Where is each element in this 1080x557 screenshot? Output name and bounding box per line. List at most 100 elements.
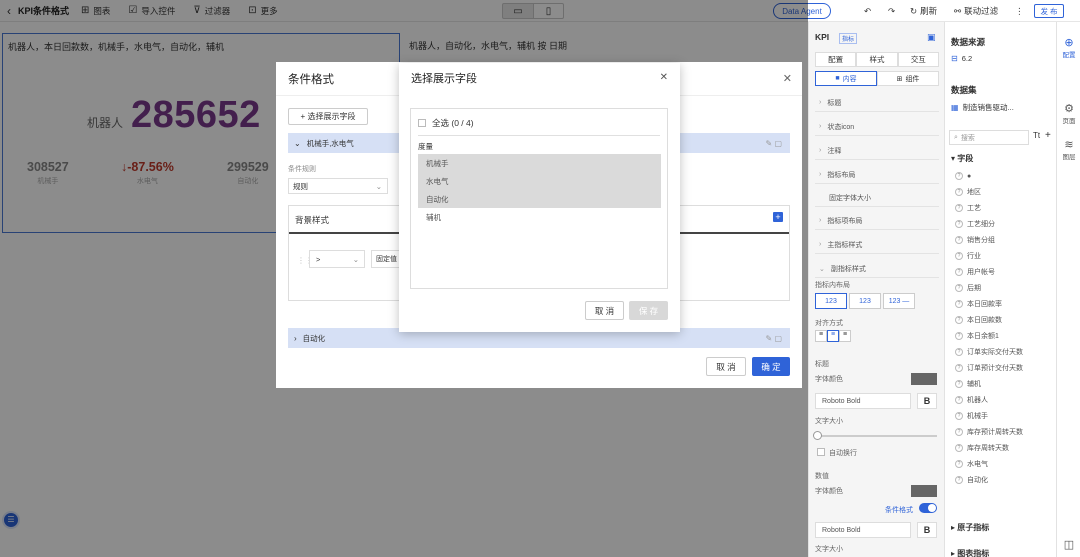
condition-format-toggle[interactable] bbox=[919, 503, 937, 513]
field-type-icon: ? bbox=[955, 268, 963, 276]
condition-format-label[interactable]: 条件格式 bbox=[885, 505, 913, 515]
refresh-button[interactable]: ↻ 刷新 bbox=[910, 0, 937, 22]
field-item[interactable]: ? 机器人 bbox=[955, 392, 1055, 408]
add-rule-icon[interactable]: + bbox=[773, 212, 783, 222]
section-sub-style[interactable]: ⌄ 副指标样式 bbox=[815, 260, 939, 278]
align-left-icon[interactable]: ≡ bbox=[815, 330, 827, 342]
subtab-component[interactable]: ⊞ 组件 bbox=[877, 71, 939, 86]
field-type-icon: ? bbox=[955, 284, 963, 292]
field-item[interactable]: ? 后期 bbox=[955, 280, 1055, 296]
field-item[interactable]: ? ● bbox=[955, 168, 1055, 184]
rail-layer[interactable]: ≋ 图层 bbox=[1057, 138, 1080, 161]
field-options: 机械手 水电气 自动化 辅机 bbox=[418, 154, 661, 226]
layout-label: 指标内布局 bbox=[815, 282, 850, 289]
operator-select[interactable]: > ⌄ bbox=[309, 250, 365, 268]
bold-button[interactable]: B bbox=[917, 522, 937, 538]
field-item[interactable]: ? 工艺 bbox=[955, 200, 1055, 216]
close-icon[interactable]: ✕ bbox=[660, 72, 668, 83]
section-layout[interactable]: › 指标布局 bbox=[815, 166, 939, 184]
layout-option[interactable]: 123 bbox=[849, 293, 881, 309]
redo-icon[interactable]: ↷ bbox=[888, 0, 895, 22]
field-list: ? ● ? 地区 ? 工艺 ? 工艺细分 ? 销售分组 ? 行业 ? 用户帐号 ? 后期 ? 本日… bbox=[955, 168, 1055, 488]
bold-button[interactable]: B bbox=[917, 393, 937, 409]
content-icon: ■ bbox=[835, 75, 840, 82]
select-all-checkbox[interactable]: 全选 (0 / 4) bbox=[418, 117, 474, 129]
rail-config[interactable]: ⊕ 配置 bbox=[1057, 36, 1080, 59]
fields-title[interactable]: ▾ 字段 bbox=[951, 153, 973, 164]
field-item[interactable]: ? 水电气 bbox=[955, 456, 1055, 472]
section-main-style[interactable]: › 主指标样式 bbox=[815, 236, 939, 254]
auto-wrap-label: 自动换行 bbox=[829, 450, 857, 457]
field-option[interactable]: 水电气 bbox=[418, 172, 661, 190]
checkbox[interactable] bbox=[418, 119, 426, 127]
auto-wrap-checkbox[interactable] bbox=[817, 448, 825, 456]
text-size-slider-handle[interactable] bbox=[813, 431, 822, 440]
field-item[interactable]: ? 辅机 bbox=[955, 376, 1055, 392]
confirm-button[interactable]: 确 定 bbox=[752, 357, 790, 376]
field-item[interactable]: ? 自动化 bbox=[955, 472, 1055, 488]
field-item[interactable]: ? 订单实际交付天数 bbox=[955, 344, 1055, 360]
field-item[interactable]: ? 库存预计周转天数 bbox=[955, 424, 1055, 440]
publish-button[interactable]: 发 布 bbox=[1034, 4, 1064, 18]
chevron-down-icon: ⌄ bbox=[375, 181, 382, 191]
section-status-icon[interactable]: › 状态icon bbox=[815, 118, 939, 136]
link-icon: ⚯ bbox=[954, 5, 962, 16]
cancel-button[interactable]: 取 消 bbox=[585, 301, 624, 320]
chart-metric-title[interactable]: ▸ 图表指标 bbox=[951, 548, 989, 557]
rule-select[interactable]: 规则 ⌄ bbox=[288, 178, 388, 194]
collapse-icon[interactable]: ▣ bbox=[927, 32, 936, 43]
rail-page[interactable]: ⚙ 页面 bbox=[1057, 102, 1080, 125]
save-button[interactable]: 保 存 bbox=[629, 301, 668, 320]
tab-config[interactable]: 配置 bbox=[815, 52, 857, 67]
atomic-metric-title[interactable]: ▸ 原子指标 bbox=[951, 522, 989, 533]
component-icon: ⊞ bbox=[896, 75, 903, 83]
text-field-icon[interactable]: Tt bbox=[1033, 131, 1040, 140]
font-color-swatch[interactable] bbox=[911, 373, 937, 385]
field-option[interactable]: 自动化 bbox=[418, 190, 661, 208]
field-item[interactable]: ? 库存周转天数 bbox=[955, 440, 1055, 456]
field-item[interactable]: ? 销售分组 bbox=[955, 232, 1055, 248]
chevron-right-icon: › bbox=[294, 333, 297, 343]
dialog-title: 选择展示字段 bbox=[411, 73, 477, 85]
font-color-swatch[interactable] bbox=[911, 485, 937, 497]
more-menu-icon[interactable]: ⋮ bbox=[1015, 0, 1024, 22]
subtab-content[interactable]: ■ 内容 bbox=[815, 71, 877, 86]
field-item[interactable]: ? 本日余额1 bbox=[955, 328, 1055, 344]
field-item[interactable]: ? 用户帐号 bbox=[955, 264, 1055, 280]
add-field-button[interactable]: + 选择展示字段 bbox=[288, 108, 368, 125]
linked-filter-button[interactable]: ⚯ 联动过滤 bbox=[954, 0, 998, 22]
align-buttons: ≡ ≡ ≡ bbox=[815, 330, 851, 342]
field-item[interactable]: ? 订单预计交付天数 bbox=[955, 360, 1055, 376]
undo-icon[interactable]: ↶ bbox=[864, 0, 871, 22]
section-item-layout[interactable]: › 指标项布局 bbox=[815, 212, 939, 230]
panel-toggle-icon[interactable]: ◫ bbox=[1057, 538, 1080, 551]
section-note[interactable]: › 注释 bbox=[815, 142, 939, 160]
dataset-value[interactable]: ▦ 制造销售驱动... bbox=[951, 102, 1014, 113]
field-item[interactable]: ? 机械手 bbox=[955, 408, 1055, 424]
field-item[interactable]: ? 行业 bbox=[955, 248, 1055, 264]
close-icon[interactable]: ✕ bbox=[783, 72, 792, 85]
field-option[interactable]: 机械手 bbox=[418, 154, 661, 172]
field-item[interactable]: ? 工艺细分 bbox=[955, 216, 1055, 232]
cancel-button[interactable]: 取 消 bbox=[706, 357, 746, 376]
align-center-icon[interactable]: ≡ bbox=[827, 330, 839, 342]
field-option[interactable]: 辅机 bbox=[418, 208, 661, 226]
field-search-input[interactable]: ⌕ 搜索 bbox=[949, 130, 1029, 145]
tab-interaction[interactable]: 交互 bbox=[897, 52, 939, 67]
font-select[interactable]: Roboto Bold bbox=[815, 393, 911, 409]
text-size-label: 文字大小 bbox=[815, 418, 843, 425]
edit-delete-icons[interactable]: ✎ ▢ bbox=[766, 139, 782, 148]
layout-option[interactable]: 123 bbox=[815, 293, 847, 309]
align-right-icon[interactable]: ≡ bbox=[839, 330, 851, 342]
layout-option[interactable]: 123 — bbox=[883, 293, 915, 309]
data-source-value[interactable]: ⊟ 6.2 bbox=[951, 54, 972, 63]
field-item[interactable]: ? 本日回款率 bbox=[955, 296, 1055, 312]
font-select[interactable]: Roboto Bold bbox=[815, 522, 911, 538]
section-title[interactable]: › 标题 bbox=[815, 94, 939, 112]
add-icon[interactable]: + bbox=[1045, 130, 1051, 141]
tab-style[interactable]: 样式 bbox=[856, 52, 898, 67]
field-item[interactable]: ? 本日回款数 bbox=[955, 312, 1055, 328]
edit-delete-icons[interactable]: ✎ ▢ bbox=[766, 334, 782, 343]
field-item[interactable]: ? 地区 bbox=[955, 184, 1055, 200]
section-fixed-font[interactable]: 固定字体大小 bbox=[815, 189, 939, 207]
